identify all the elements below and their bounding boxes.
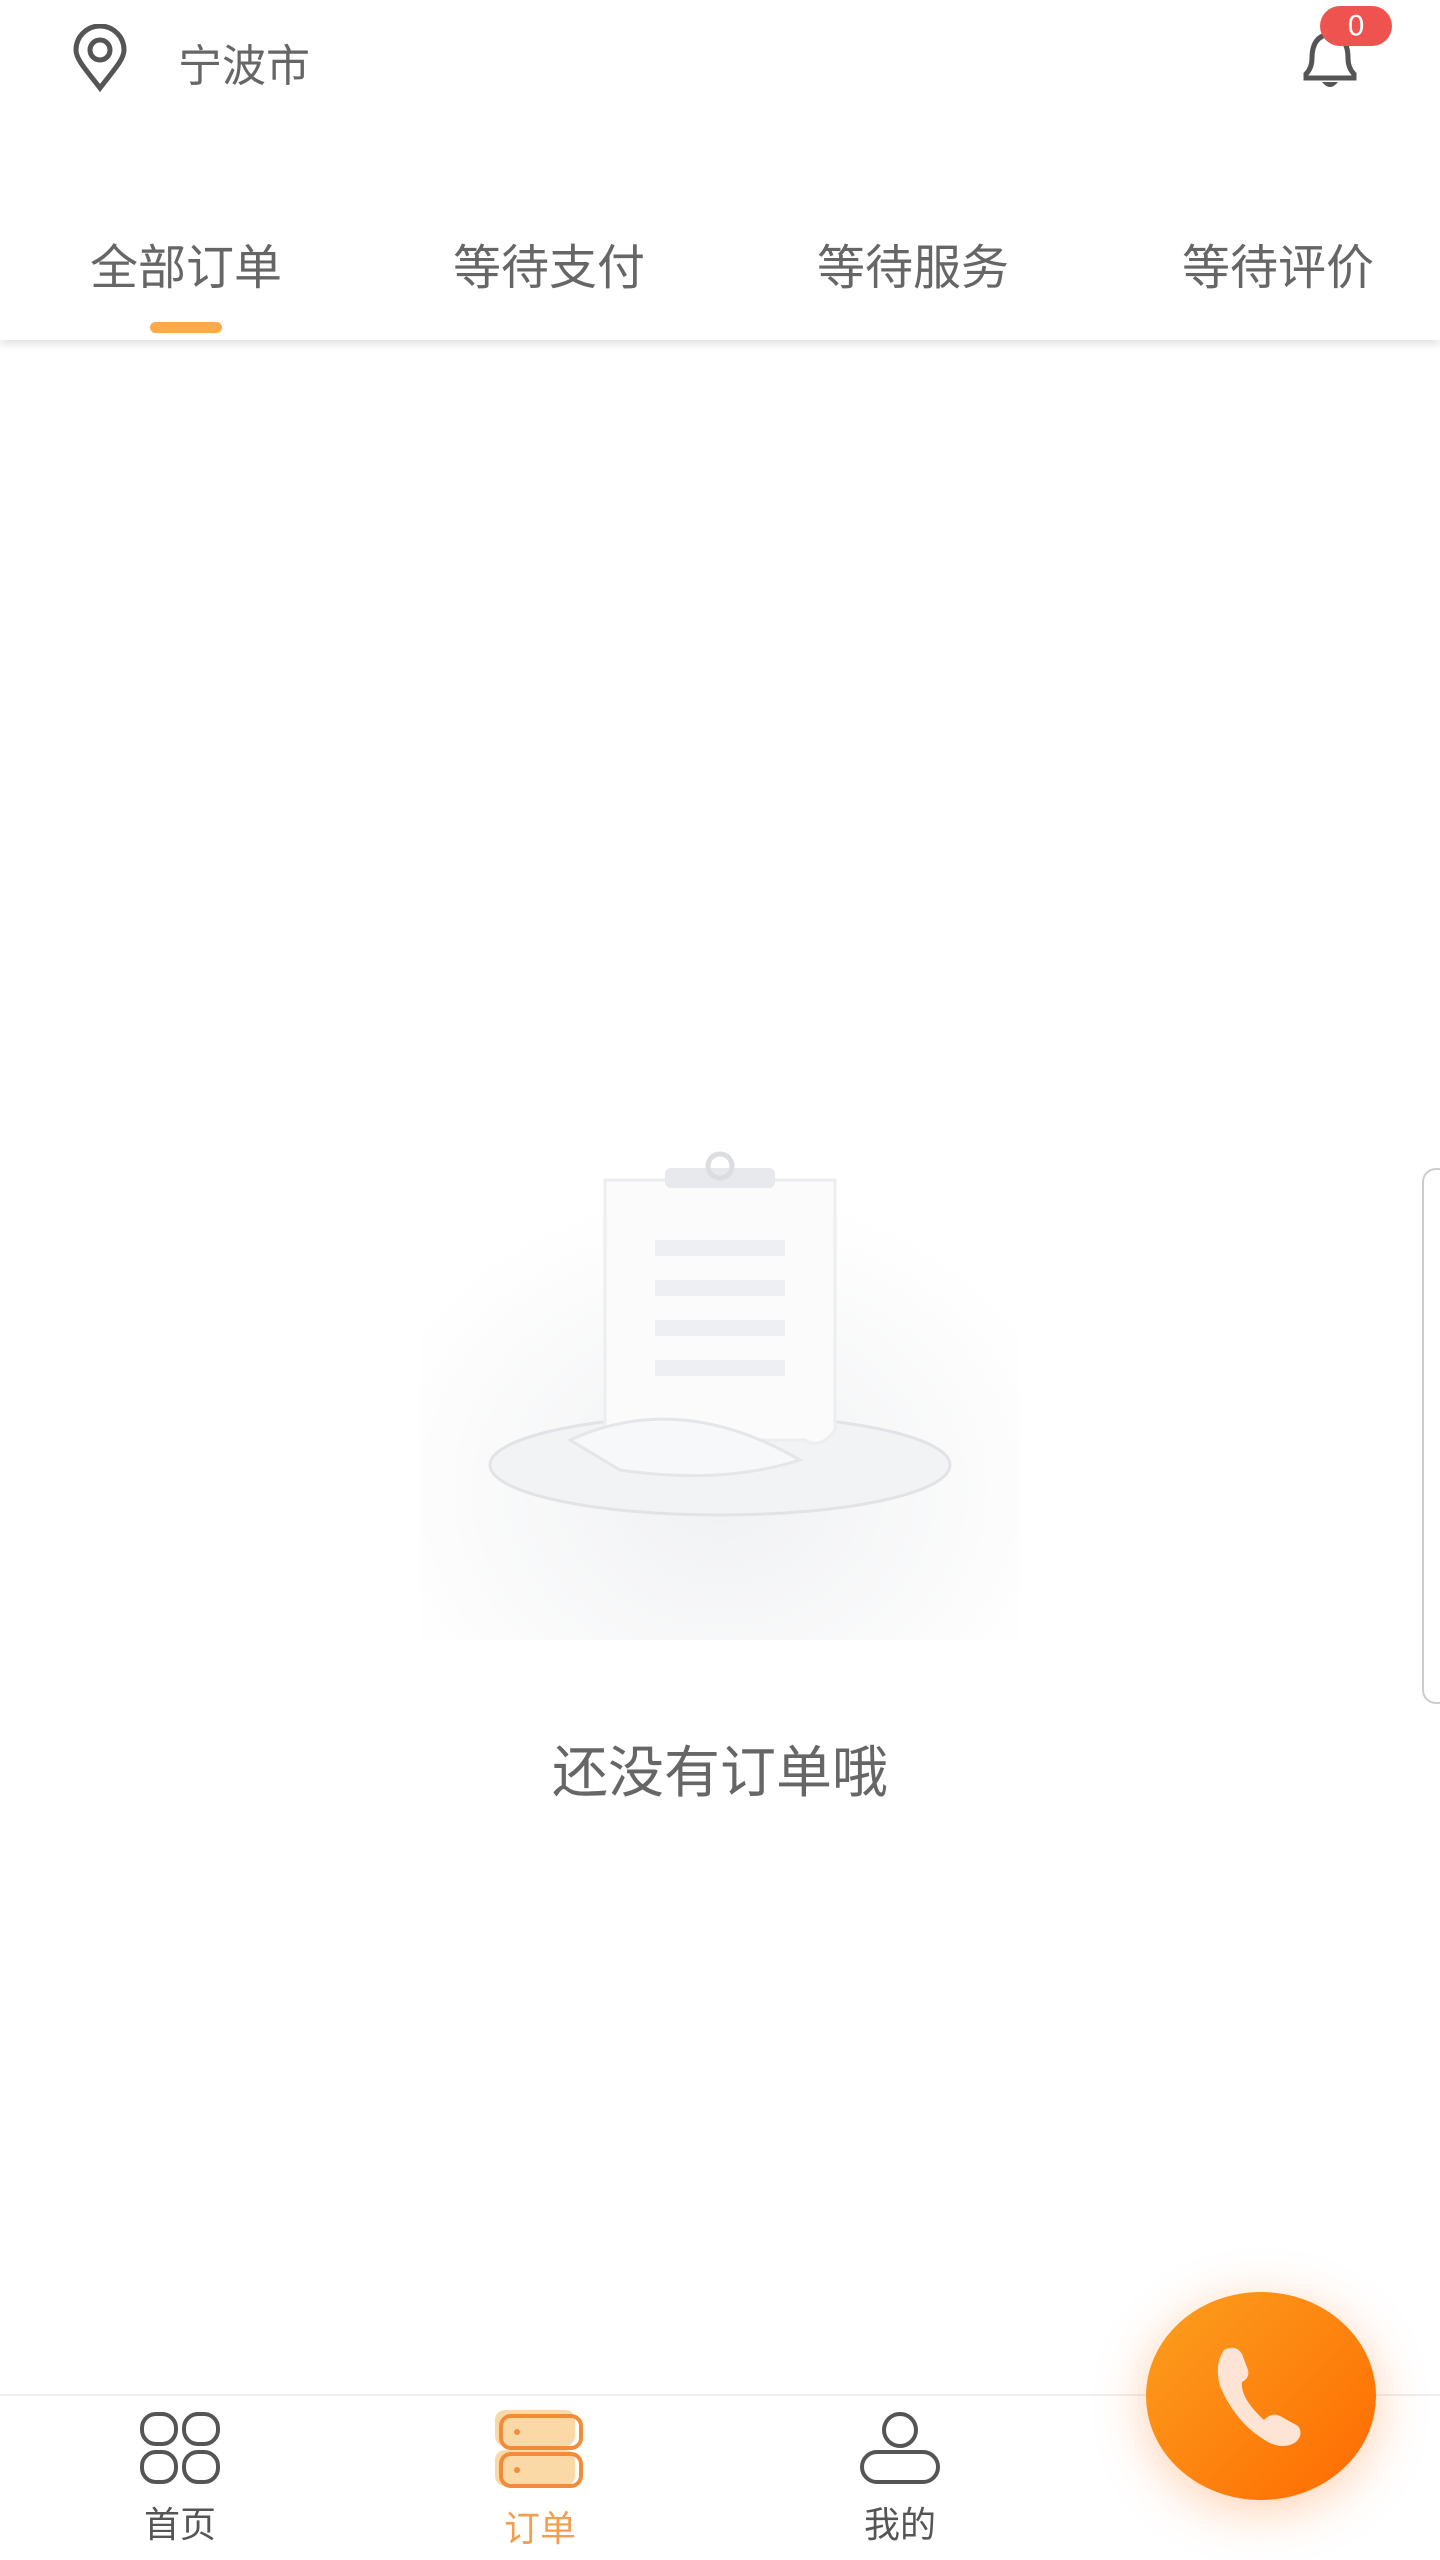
top-bar: 宁波市 0 全部订单 等待支付 等待服务 等待评价 (0, 0, 1440, 340)
tab-all-orders[interactable]: 全部订单 (90, 228, 282, 298)
city-selector[interactable]: 宁波市 (178, 30, 310, 94)
side-drawer-handle[interactable] (1422, 1168, 1440, 1704)
empty-orders-illustration (420, 1140, 1020, 1640)
nav-item-orders[interactable]: 订单 (440, 2410, 640, 2552)
tab-awaiting-review[interactable]: 等待评价 (1182, 228, 1374, 298)
order-tabs: 全部订单 等待支付 等待服务 等待评价 (0, 228, 1440, 298)
grid-icon (140, 2412, 220, 2484)
notification-badge: 0 (1320, 6, 1392, 46)
nav-item-home[interactable]: 首页 (80, 2410, 280, 2548)
map-pin-icon[interactable] (68, 24, 132, 92)
empty-state-message: 还没有订单哦 (552, 1741, 888, 1806)
nav-item-profile[interactable]: 我的 (800, 2410, 1000, 2548)
tab-awaiting-service[interactable]: 等待服务 (817, 228, 1009, 298)
phone-icon (1217, 2347, 1301, 2446)
call-button[interactable] (1146, 2292, 1376, 2500)
nav-label: 首页 (143, 2505, 216, 2546)
active-tab-indicator (150, 322, 222, 333)
tab-awaiting-payment[interactable]: 等待支付 (453, 228, 645, 298)
nav-label: 订单 (503, 2509, 576, 2550)
orders-icon (495, 2410, 583, 2488)
user-icon (860, 2412, 940, 2484)
nav-label: 我的 (863, 2505, 936, 2546)
